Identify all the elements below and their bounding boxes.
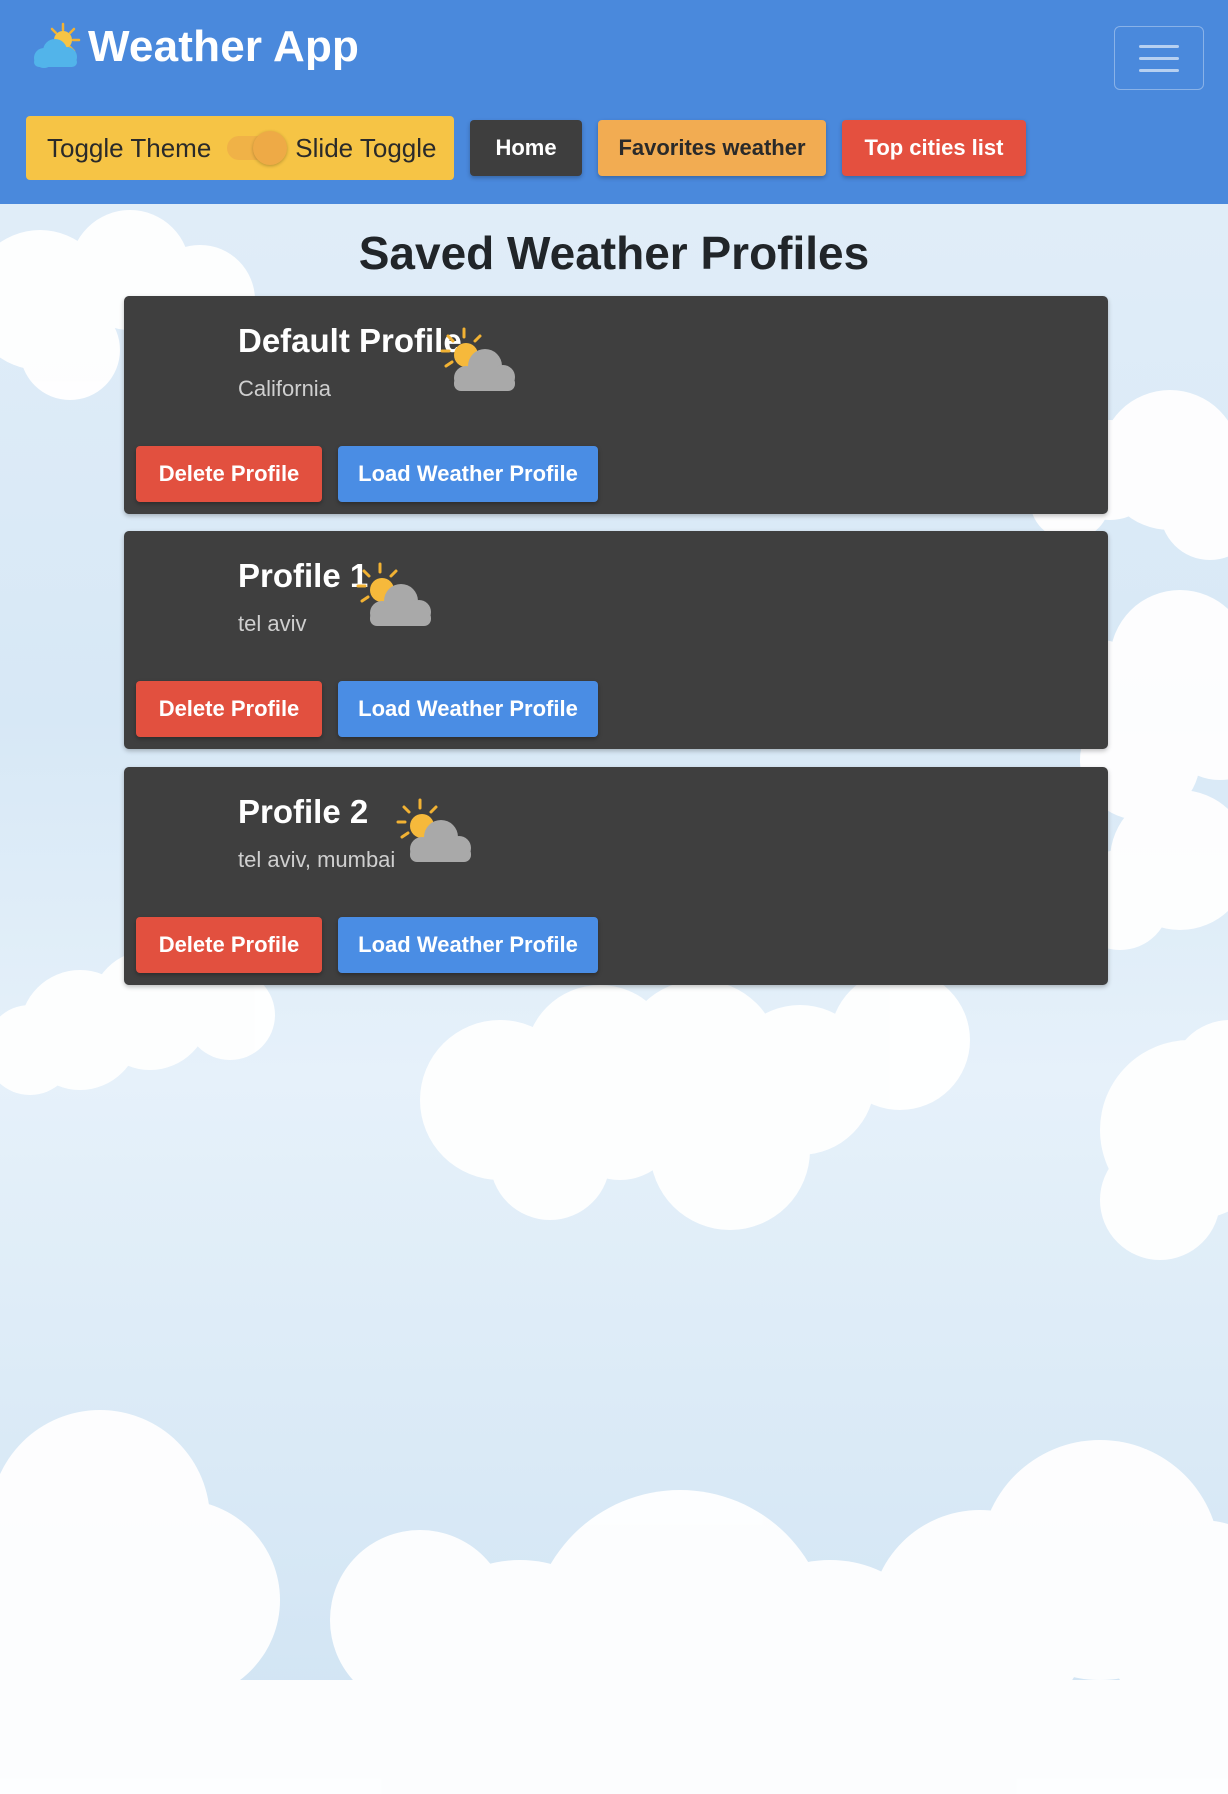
- profile-cities: tel aviv: [238, 611, 307, 636]
- profile-card: Default Profile California Delete Profil…: [124, 296, 1108, 514]
- profile-card: Profile 1 tel aviv Delete Profile Load W…: [124, 531, 1108, 749]
- profile-name: Profile 1: [238, 557, 369, 594]
- home-button[interactable]: Home: [470, 120, 582, 176]
- app-title: Weather App: [88, 22, 360, 71]
- nav-bar: Toggle Theme Slide Toggle Home Favorites…: [26, 116, 1026, 180]
- profile-name: Default Profile: [238, 322, 462, 359]
- top-cities-list-button[interactable]: Top cities list: [842, 120, 1026, 176]
- profile-card: Profile 2 tel aviv, mumbai Delete Profil…: [124, 767, 1108, 985]
- sun-cloud-icon: [34, 22, 81, 68]
- partly-cloudy-icon: [356, 562, 431, 626]
- partly-cloudy-icon: [440, 327, 515, 391]
- theme-switch[interactable]: [227, 131, 288, 165]
- profile-cities: California: [238, 376, 331, 401]
- delete-profile-button[interactable]: Delete Profile: [136, 681, 322, 737]
- profile-cities: tel aviv, mumbai: [238, 847, 396, 872]
- hamburger-menu-icon[interactable]: [1114, 26, 1204, 90]
- load-weather-profile-button[interactable]: Load Weather Profile: [338, 917, 598, 973]
- delete-profile-button[interactable]: Delete Profile: [136, 446, 322, 502]
- page-title: Saved Weather Profiles: [358, 227, 870, 279]
- load-weather-profile-button[interactable]: Load Weather Profile: [338, 681, 598, 737]
- menu-bar: [1139, 44, 1179, 48]
- theme-toggle-box: Toggle Theme Slide Toggle: [26, 116, 454, 180]
- switch-knob[interactable]: [253, 131, 288, 165]
- load-weather-profile-button[interactable]: Load Weather Profile: [338, 446, 598, 502]
- slide-toggle-label: Slide Toggle: [295, 132, 437, 163]
- menu-bar: [1139, 68, 1179, 72]
- app-header: Weather App Toggle Theme Slide Toggle Ho…: [0, 0, 1228, 204]
- brand[interactable]: Weather App: [30, 20, 359, 74]
- favorites-weather-button[interactable]: Favorites weather: [598, 120, 826, 176]
- profile-name: Profile 2: [238, 793, 369, 830]
- delete-profile-button[interactable]: Delete Profile: [136, 917, 322, 973]
- toggle-theme-label: Toggle Theme: [47, 132, 212, 163]
- partly-cloudy-icon: [396, 798, 471, 862]
- menu-bar: [1139, 56, 1179, 60]
